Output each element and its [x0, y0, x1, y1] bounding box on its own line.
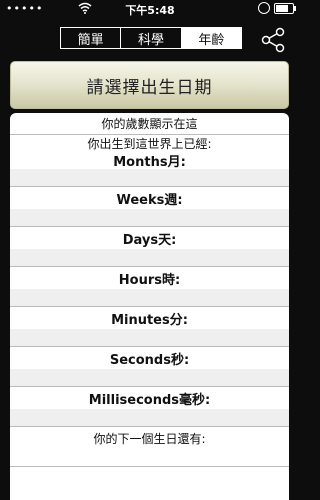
segment-simple[interactable]: 簡單 [61, 28, 122, 48]
result-row-weeks: Weeks週: [10, 187, 289, 227]
result-row-seconds: Seconds秒: [10, 347, 289, 387]
segment-scientific[interactable]: 科學 [121, 28, 182, 48]
result-value-days [10, 249, 289, 266]
share-icon[interactable] [258, 25, 288, 55]
segment-age[interactable]: 年齡 [181, 28, 241, 48]
status-bar: ••••• 下午5:48 [0, 0, 300, 18]
result-label-minutes: Minutes分: [111, 312, 188, 328]
result-row-days: Days天: [10, 227, 289, 267]
status-time: 下午5:48 [125, 4, 175, 17]
result-value-seconds [10, 369, 289, 386]
result-label-seconds: Seconds秒: [109, 352, 190, 368]
result-value-months [10, 169, 289, 186]
battery-icon [274, 2, 296, 14]
result-row-minutes: Minutes分: [10, 307, 289, 347]
next-birthday-value [10, 449, 289, 466]
result-value-milliseconds [10, 409, 289, 426]
select-birthdate-button[interactable]: 請選擇出生日期 [10, 61, 289, 109]
age-results-panel: 你的歲數顯示在這 你出生到這世界上已經: Months月: Weeks週: Da… [10, 113, 289, 500]
result-row-next-birthday: 你的下一個生日還有: [10, 427, 289, 467]
result-row-milliseconds: Milliseconds毫秒: [10, 387, 289, 427]
result-row-months: Months月: [10, 152, 289, 187]
result-label-days: Days天: [122, 232, 177, 248]
result-value-weeks [10, 209, 289, 226]
battery-fill [276, 4, 288, 12]
mode-segmented-control: 簡單 科學 年齡 [60, 27, 242, 49]
rotation-lock-icon [258, 2, 270, 14]
result-row-hours: Hours時: [10, 267, 289, 307]
result-label-months: Months月: [113, 155, 186, 170]
result-label-hours: Hours時: [118, 272, 181, 288]
result-value-hours [10, 289, 289, 306]
result-value-minutes [10, 329, 289, 346]
result-label-weeks: Weeks週: [116, 192, 183, 208]
panel-header: 你的歲數顯示在這 [10, 113, 289, 135]
result-label-milliseconds: Milliseconds毫秒: [88, 392, 211, 408]
panel-subheader: 你出生到這世界上已經: [87, 137, 212, 151]
next-birthday-label: 你的下一個生日還有: [93, 431, 206, 446]
